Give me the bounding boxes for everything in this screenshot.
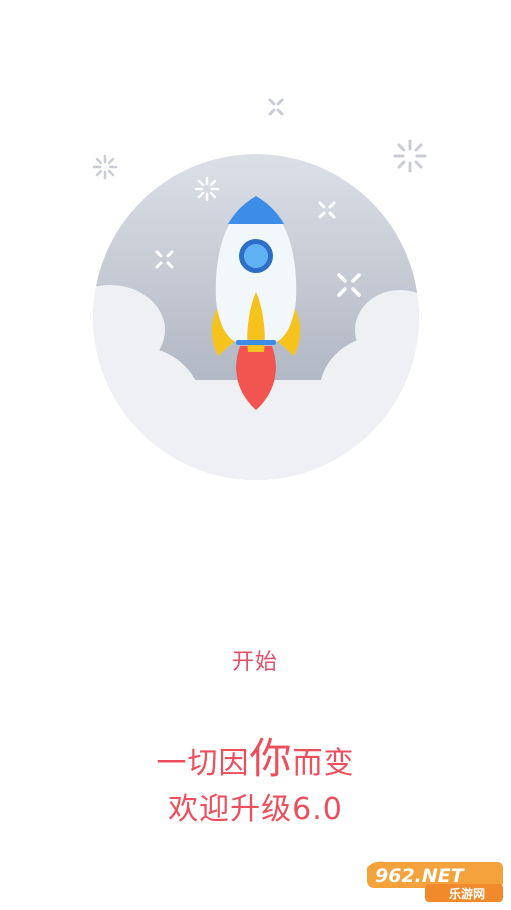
slogan-text-emphasis: 你	[249, 734, 293, 783]
slogan-line-2: 欢迎升级6.0	[168, 792, 343, 827]
rocket-illustration	[92, 98, 427, 480]
sparkle-icon	[92, 154, 118, 180]
slogan-text-after: 而变	[292, 746, 355, 781]
start-button[interactable]: 开始	[205, 640, 305, 680]
sparkle-icon	[268, 98, 284, 116]
slogan-line-1: 一切因你而变	[0, 734, 511, 784]
slogan-text-before: 一切因	[156, 746, 250, 781]
sparkle-icon	[393, 139, 427, 173]
watermark-logo-text: 962.NET	[375, 865, 466, 887]
watermark-site-text: 乐游网	[449, 886, 485, 901]
splash-screen: 开始 一切因你而变 欢迎升级6.0 962.NET 乐游网	[0, 0, 511, 910]
watermark-logo: 962.NET 乐游网	[367, 861, 503, 902]
